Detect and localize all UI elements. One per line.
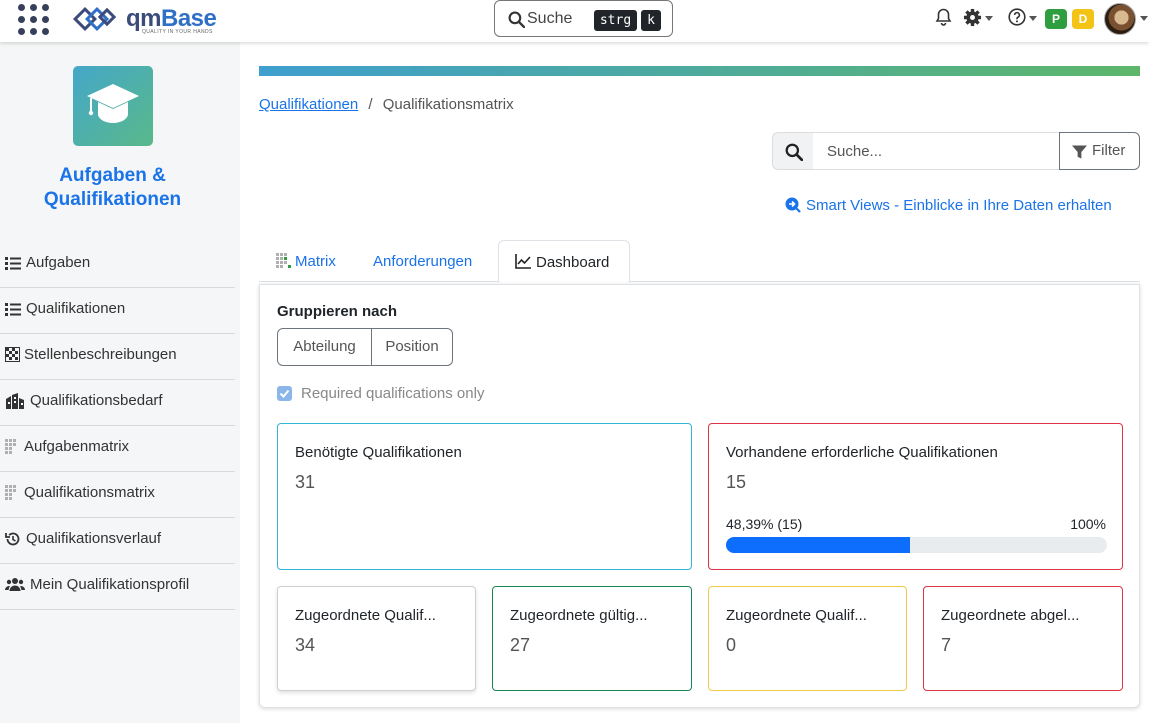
filter-icon — [1072, 145, 1087, 159]
header-gradient-bar — [259, 66, 1140, 76]
tab-dashboard-label: Dashboard — [536, 254, 610, 271]
breadcrumb-current: Qualifikationsmatrix — [382, 96, 514, 113]
tab-anforderungen-label: Anforderungen — [373, 253, 473, 270]
smart-views-label: Smart Views - Einblicke in Ihre Daten er… — [806, 197, 1112, 214]
card-title: Benötigte Qualifikationen — [295, 444, 462, 461]
card-present-qualifications: Vorhandene erforderliche Qualifikationen… — [708, 423, 1123, 570]
filter-button[interactable]: Filter — [1059, 132, 1140, 170]
badge-p[interactable]: P — [1045, 9, 1067, 29]
bell-icon[interactable] — [935, 8, 952, 26]
card-assigned-qualifications: Zugeordnete Qualif... 34 — [277, 586, 476, 691]
help-icon[interactable] — [1008, 8, 1026, 26]
sidebar-item-label: Qualifikationsbedarf — [30, 392, 163, 409]
card-value: 34 — [295, 635, 316, 655]
matrix-icon — [276, 253, 291, 268]
required-only-label: Required qualifications only — [301, 385, 485, 402]
card-title: Vorhandene erforderliche Qualifikationen — [726, 444, 998, 461]
shortcut-key-strg: strg — [594, 10, 637, 31]
logo-tagline: QUALITY IN YOUR HANDS — [142, 29, 213, 35]
sidebar-item-aufgaben[interactable]: Aufgaben — [0, 242, 235, 288]
tab-matrix[interactable]: Matrix — [274, 240, 354, 282]
sidebar-item-label: Qualifikationsmatrix — [24, 484, 155, 501]
sidebar-item-qualifikationsverlauf[interactable]: Qualifikationsverlauf — [0, 518, 235, 564]
graduation-cap-icon — [87, 84, 139, 123]
sidebar-item-label: Qualifikationen — [26, 300, 126, 317]
avatar[interactable] — [1104, 3, 1136, 35]
search-group: Filter — [772, 132, 1140, 170]
sidebar-item-aufgabenmatrix[interactable]: Aufgabenmatrix — [0, 426, 235, 472]
breadcrumb-separator: / — [368, 96, 373, 113]
card-value: 0 — [726, 635, 737, 655]
card-assigned-expiring: Zugeordnete Qualif... 0 — [708, 586, 907, 691]
main-content: Qualifikationen / Qualifikationsmatrix F… — [240, 42, 1149, 723]
sidebar-item-qualifikationsbedarf[interactable]: Qualifikationsbedarf — [0, 380, 235, 426]
logo-mark-icon — [72, 6, 117, 32]
sidebar-item-mein-qualifikationsprofil[interactable]: Mein Qualifikationsprofil — [0, 564, 235, 610]
group-by-abteilung-button[interactable]: Abteilung — [277, 328, 372, 366]
group-by-label: Gruppieren nach — [277, 303, 398, 320]
list-icon — [5, 255, 23, 273]
sidebar-item-label: Aufgabenmatrix — [24, 438, 130, 455]
sidebar-item-label: Aufgaben — [26, 254, 91, 271]
search-arrow-icon — [785, 197, 801, 213]
tab-anforderungen[interactable]: Anforderungen — [373, 240, 493, 282]
help-caret-icon[interactable] — [1029, 16, 1037, 21]
card-value: 7 — [941, 635, 952, 655]
progress-max-label: 100% — [1070, 516, 1106, 532]
top-bar: qmBase QUALITY IN YOUR HANDS Suche strg … — [0, 0, 1149, 42]
card-assigned-expired: Zugeordnete abgel... 7 — [923, 586, 1123, 691]
badge-d[interactable]: D — [1072, 9, 1094, 29]
card-title: Zugeordnete Qualif... — [726, 607, 867, 624]
tab-matrix-label: Matrix — [295, 253, 336, 270]
sidebar-item-label: Qualifikationsverlauf — [26, 530, 162, 547]
building-icon — [5, 393, 24, 411]
card-title: Zugeordnete Qualif... — [295, 607, 436, 624]
list-icon — [5, 301, 23, 319]
sidebar-item-qualifikationsmatrix[interactable]: Qualifikationsmatrix — [0, 472, 235, 518]
tab-bar: Matrix Anforderungen Dashboard — [259, 240, 1140, 283]
matrix-icon — [5, 485, 23, 503]
filter-button-label: Filter — [1092, 142, 1126, 159]
matrix-icon — [5, 439, 23, 457]
card-value: 15 — [726, 472, 747, 492]
progress-bar-fill — [726, 537, 911, 553]
search-button[interactable] — [772, 132, 814, 170]
breadcrumb-parent-link[interactable]: Qualifikationen — [259, 96, 358, 113]
shortcut-key-k: k — [641, 10, 661, 31]
sidebar-item-stellenbeschreibungen[interactable]: Stellenbeschreibungen — [0, 334, 235, 380]
grid-icon — [5, 347, 23, 365]
module-icon — [73, 66, 153, 146]
search-icon — [508, 11, 525, 28]
sidebar: Aufgaben & Qualifikationen Aufgaben Quali… — [0, 42, 240, 723]
progress-label: 48,39% (15) — [726, 516, 803, 532]
card-value: 31 — [295, 472, 316, 492]
card-title: Zugeordnete gültig... — [510, 607, 648, 624]
group-by-position-button[interactable]: Position — [371, 328, 453, 366]
search-icon — [785, 143, 803, 161]
card-assigned-valid: Zugeordnete gültig... 27 — [492, 586, 692, 691]
gear-icon[interactable] — [963, 8, 982, 27]
history-icon — [5, 531, 23, 549]
progress-bar — [726, 537, 1107, 553]
users-icon — [5, 577, 25, 595]
card-value: 27 — [510, 635, 531, 655]
sidebar-item-label: Stellenbeschreibungen — [24, 346, 177, 363]
module-title: Aufgaben & Qualifikationen — [43, 165, 182, 210]
sidebar-item-label: Mein Qualifikationsprofil — [30, 576, 190, 593]
search-input[interactable] — [813, 132, 1060, 170]
tab-dashboard[interactable]: Dashboard — [498, 240, 630, 283]
checkbox-checked-icon — [277, 386, 292, 401]
global-search-button[interactable]: Suche strg k — [494, 0, 673, 37]
avatar-caret-icon[interactable] — [1140, 16, 1148, 21]
card-needed-qualifications: Benötigte Qualifikationen 31 — [277, 423, 692, 570]
dashboard-panel: Gruppieren nach Abteilung Position Requi… — [259, 284, 1140, 708]
settings-caret-icon[interactable] — [985, 16, 993, 21]
app-grid-icon[interactable] — [18, 4, 50, 36]
card-title: Zugeordnete abgel... — [941, 607, 1080, 624]
breadcrumb: Qualifikationen / Qualifikationsmatrix — [259, 96, 514, 113]
sidebar-item-qualifikationen[interactable]: Qualifikationen — [0, 288, 235, 334]
sidebar-nav: Aufgaben Qualifikationen Stellenbeschreibu… — [0, 242, 235, 610]
global-search-label: Suche — [527, 10, 573, 27]
line-chart-icon — [515, 254, 531, 269]
